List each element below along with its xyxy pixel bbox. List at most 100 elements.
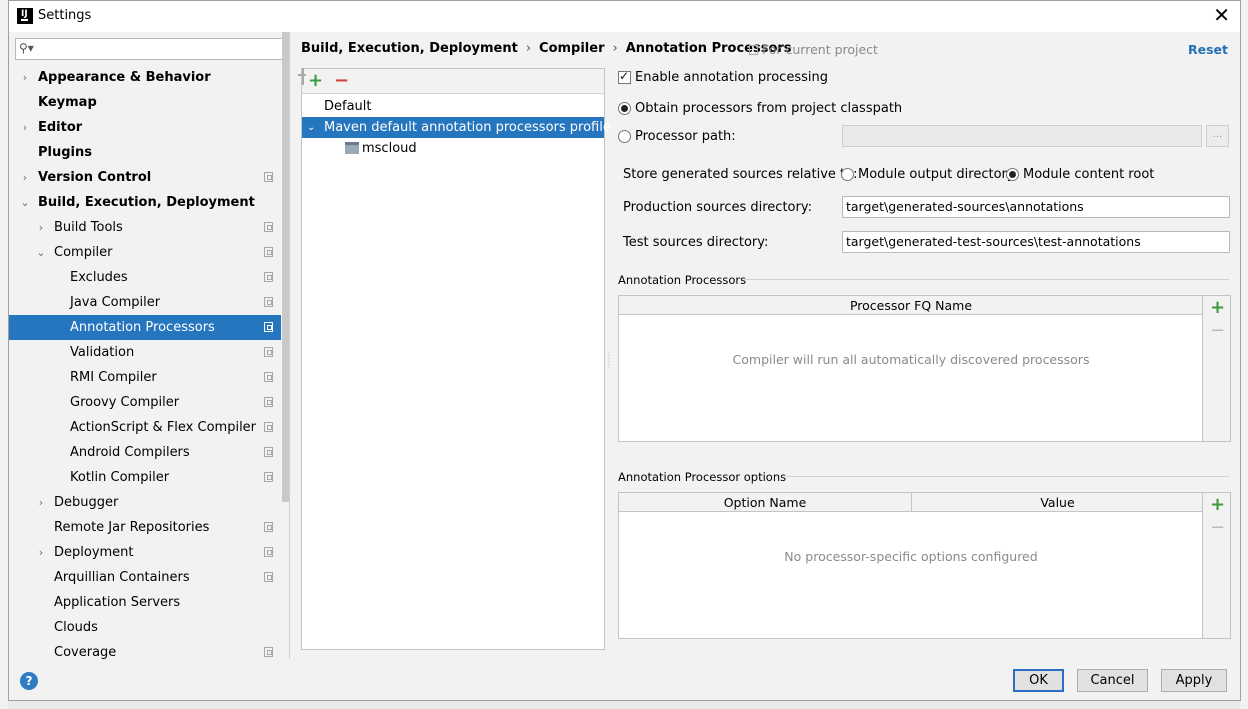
remove-option-button: − [1210,517,1226,538]
sidebar-item-label: Build Tools [54,220,123,235]
option-name-column[interactable]: Option Name [619,493,911,512]
chevron-down-icon[interactable]: ⌄ [19,190,31,215]
project-scope-icon [264,247,273,257]
test-sources-input[interactable]: target\generated-test-sources\test-annot… [842,231,1230,253]
sidebar-item-compiler[interactable]: ⌄ Compiler [9,240,281,265]
chevron-right-icon[interactable]: › [19,165,31,190]
sidebar-item-editor[interactable]: › Editor [9,115,281,140]
sidebar-scrollbar[interactable] [282,32,289,502]
chevron-right-icon[interactable]: › [19,65,31,90]
sidebar-item-android-compilers[interactable]: Android Compilers [9,440,281,465]
browse-button: ... [1206,125,1229,147]
apply-button[interactable]: Apply [1161,669,1227,692]
processor-fq-name-column[interactable]: Processor FQ Name [619,296,1203,315]
profiles-toolbar: + − [302,68,604,94]
enable-annotation-checkbox[interactable] [618,69,631,84]
sidebar-item-label: Android Compilers [70,445,190,460]
cancel-button[interactable]: Cancel [1077,669,1148,692]
sidebar-item-build-execution-deployment[interactable]: ⌄ Build, Execution, Deployment [9,190,281,215]
processors-table: Processor FQ Name Compiler will run all … [618,295,1231,442]
scope-label: For current project [762,42,878,57]
breadcrumb-item[interactable]: Build, Execution, Deployment [301,41,518,56]
chevron-down-icon[interactable]: ⌄ [35,240,47,265]
sidebar-item-label: Build, Execution, Deployment [38,195,255,210]
module-output-label: Module output directory [858,167,1015,182]
add-profile-button[interactable]: + [308,70,323,92]
sidebar-item-application-servers[interactable]: Application Servers [9,590,281,615]
settings-tree: › Appearance & Behavior Keymap › Editor Plugi… [9,65,281,659]
project-scope-icon [264,347,273,357]
sidebar-item-validation[interactable]: Validation [9,340,281,365]
sidebar-item-remote-jar-repositories[interactable]: Remote Jar Repositories [9,515,281,540]
chevron-down-icon[interactable]: ⌄ [307,117,315,138]
splitter-handle[interactable]: ⋮ ⋮ [605,351,613,369]
ok-button[interactable]: OK [1013,669,1064,692]
processors-table-header: Processor FQ Name [619,296,1203,315]
option-value-column[interactable]: Value [912,493,1203,512]
processors-empty-text: Compiler will run all automatically disc… [732,352,1090,367]
sidebar-item-label: Plugins [38,145,92,160]
breadcrumb-item[interactable]: Compiler [539,41,604,56]
sidebar-item-build-tools[interactable]: › Build Tools [9,215,281,240]
obtain-from-classpath-radio[interactable] [618,102,631,115]
sidebar-item-rmi-compiler[interactable]: RMI Compiler [9,365,281,390]
remove-processor-button: − [1210,320,1226,341]
sidebar-item-annotation-processors[interactable]: Annotation Processors [9,315,281,340]
sidebar-item-label: Kotlin Compiler [70,470,170,485]
chevron-right-icon[interactable]: › [35,540,47,565]
sidebar-item-label: Annotation Processors [70,320,215,335]
module-output-radio[interactable] [841,168,854,181]
module-icon [345,142,359,154]
sidebar-item-java-compiler[interactable]: Java Compiler [9,290,281,315]
project-scope-icon [264,572,273,582]
sidebar-item-label: Arquillian Containers [54,570,190,585]
breadcrumb: Build, Execution, Deployment › Compiler › An… [301,41,792,56]
project-scope-icon [264,372,273,382]
sidebar-item-clouds[interactable]: Clouds [9,615,281,640]
chevron-right-icon[interactable]: › [35,215,47,240]
sidebar-item-coverage[interactable]: Coverage [9,640,281,659]
sidebar-item-kotlin-compiler[interactable]: Kotlin Compiler [9,465,281,490]
profile-label: Default [324,99,372,114]
processor-path-radio[interactable] [618,130,631,143]
obtain-from-classpath-label: Obtain processors from project classpath [635,101,903,116]
sidebar-item-appearance-behavior[interactable]: › Appearance & Behavior [9,65,281,90]
test-sources-label: Test sources directory: [623,235,769,250]
sidebar-item-groovy-compiler[interactable]: Groovy Compiler [9,390,281,415]
module-content-radio[interactable] [1006,168,1019,181]
profiles-panel: + − Default ⌄ Maven default annotation p… [301,68,611,650]
project-scope-icon [264,172,273,182]
search-input[interactable]: ⚲▾ [15,38,283,60]
project-scope-icon [264,397,273,407]
close-button[interactable]: ✕ [1213,5,1230,25]
options-side-toolbar: + − [1202,493,1230,638]
breadcrumb-separator: › [525,41,532,56]
sidebar-item-keymap[interactable]: Keymap [9,90,281,115]
section-divider [745,279,1229,280]
add-processor-button[interactable]: + [1210,297,1225,319]
move-to-profile-icon[interactable] [302,68,304,85]
background-ide-right [1240,0,1248,709]
sidebar-item-label: Deployment [54,545,134,560]
profile-item-maven[interactable]: ⌄ Maven default annotation processors pr… [302,117,611,138]
add-option-button[interactable]: + [1210,494,1225,516]
sidebar-item-debugger[interactable]: › Debugger [9,490,281,515]
sidebar-item-plugins[interactable]: Plugins [9,140,281,165]
profile-module-mscloud[interactable]: mscloud [302,138,604,159]
reset-link[interactable]: Reset [1188,42,1228,57]
sidebar-item-version-control[interactable]: › Version Control [9,165,281,190]
enable-annotation-label: Enable annotation processing [635,70,828,85]
remove-profile-button[interactable]: − [334,70,349,92]
production-sources-input[interactable]: target\generated-sources\annotations [842,196,1230,218]
sidebar-item-label: Java Compiler [70,295,161,310]
chevron-right-icon[interactable]: › [35,490,47,515]
chevron-right-icon[interactable]: › [19,115,31,140]
sidebar-item-arquillian-containers[interactable]: Arquillian Containers [9,565,281,590]
sidebar-item-deployment[interactable]: › Deployment [9,540,281,565]
profile-item-default[interactable]: Default [302,96,604,117]
production-sources-label: Production sources directory: [623,200,812,215]
sidebar-item-label: Compiler [54,245,113,260]
sidebar-item-excludes[interactable]: Excludes [9,265,281,290]
sidebar-item-actionscript-flex-compiler[interactable]: ActionScript & Flex Compiler [9,415,281,440]
help-button[interactable]: ? [20,672,38,690]
